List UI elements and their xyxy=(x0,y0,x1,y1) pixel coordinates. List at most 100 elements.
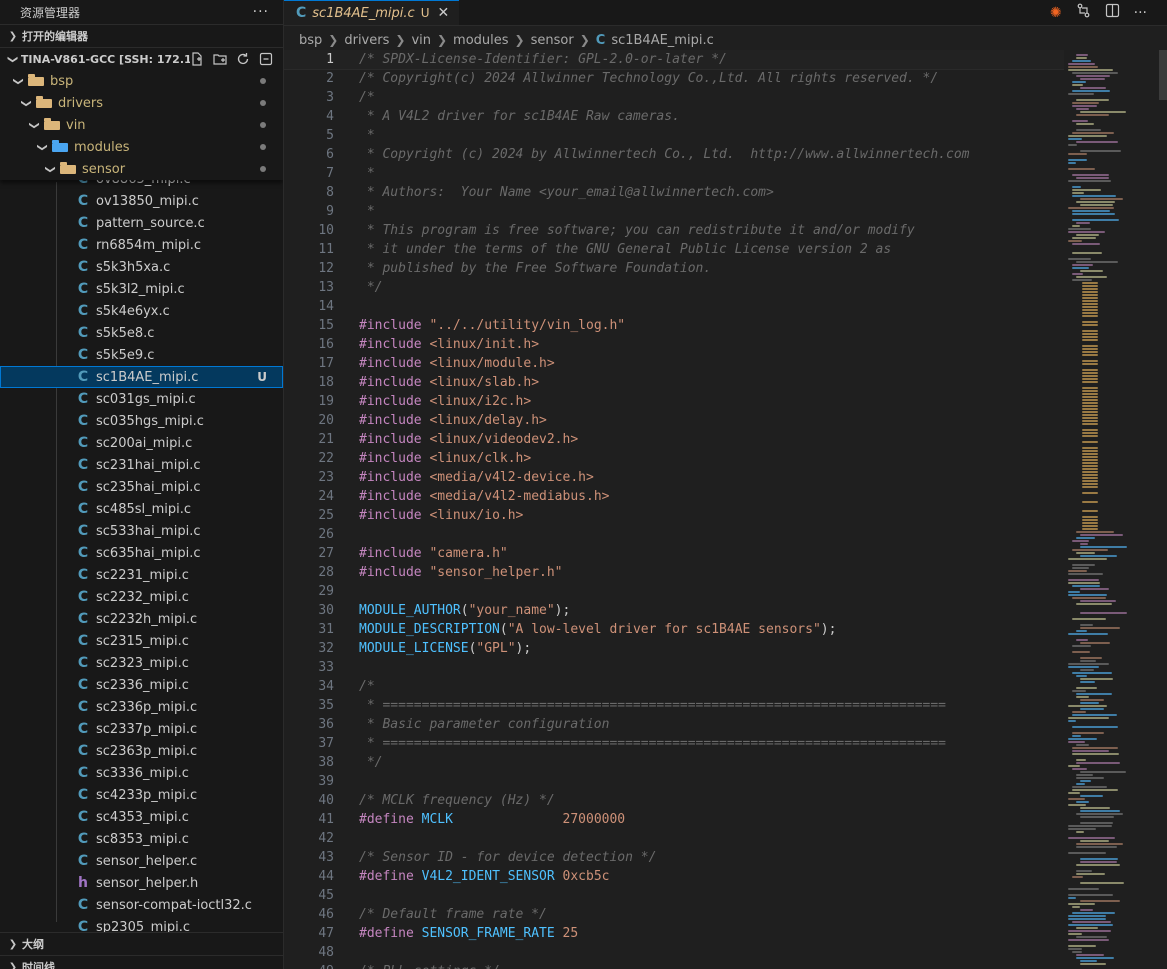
new-folder-icon[interactable] xyxy=(213,52,227,66)
minimap-line xyxy=(1072,132,1114,134)
file-item[interactable]: Csc2337p_mipi.c xyxy=(0,718,283,740)
breadcrumb-item[interactable]: sc1B4AE_mipi.c xyxy=(611,33,713,48)
code-token: #define xyxy=(359,869,422,884)
tab-active-file[interactable]: C sc1B4AE_mipi.c U ✕ xyxy=(284,0,460,25)
file-item[interactable]: Csc235hai_mipi.c xyxy=(0,476,283,498)
folder-modules[interactable]: ❯ modules xyxy=(0,136,283,158)
file-name: sc031gs_mipi.c xyxy=(96,391,196,407)
breadcrumb-item[interactable]: bsp xyxy=(299,33,322,48)
tab-filename: sc1B4AE_mipi.c xyxy=(312,5,415,21)
file-item[interactable]: Csc231hai_mipi.c xyxy=(0,454,283,476)
collapse-all-icon[interactable] xyxy=(259,52,273,66)
code-token: /* Default frame rate */ xyxy=(359,907,547,922)
minimap-line xyxy=(1082,369,1098,371)
file-item[interactable]: Csc1B4AE_mipi.c U xyxy=(0,366,283,388)
file-item[interactable]: Cs5k3h5xa.c xyxy=(0,256,283,278)
outline-label: 大纲 xyxy=(22,938,44,951)
minimap-line xyxy=(1080,882,1124,884)
minimap-line xyxy=(1076,846,1117,848)
file-item[interactable]: h sensor_helper.h xyxy=(0,872,283,894)
file-item[interactable]: Csc2231_mipi.c xyxy=(0,564,283,586)
code-editor[interactable]: 1 /* SPDX-License-Identifier: GPL-2.0-or-… xyxy=(284,50,1064,969)
workspace-section[interactable]: ❯ TINA-V861-GCC [SSH: 172.1... xyxy=(0,47,283,70)
file-item[interactable]: Cpattern_source.c xyxy=(0,212,283,234)
folder-drivers[interactable]: ❯ drivers xyxy=(0,92,283,114)
file-item[interactable]: Csc4233p_mipi.c xyxy=(0,784,283,806)
file-item[interactable]: Csc2323_mipi.c xyxy=(0,652,283,674)
code-token: <media/v4l2-mediabus.h> xyxy=(429,489,610,504)
file-item[interactable]: Csc485sl_mipi.c xyxy=(0,498,283,520)
minimap-line xyxy=(1076,687,1097,689)
file-item[interactable]: Csc2363p_mipi.c xyxy=(0,740,283,762)
minimap-line xyxy=(1080,699,1104,701)
code-token: * This program is free software; you can… xyxy=(359,223,915,238)
line-number: 28 xyxy=(318,565,334,580)
new-file-icon[interactable] xyxy=(190,52,204,66)
more-actions-icon[interactable]: ··· xyxy=(1134,5,1147,21)
file-item[interactable]: Cs5k4e6yx.c xyxy=(0,300,283,322)
open-editors-section[interactable]: ❯ 打开的编辑器 xyxy=(0,24,283,47)
minimap-line xyxy=(1080,543,1088,545)
more-actions-icon[interactable]: ··· xyxy=(253,4,269,20)
folder-bsp[interactable]: ❯ bsp xyxy=(0,70,283,92)
file-item[interactable]: Csc3336_mipi.c xyxy=(0,762,283,784)
compare-changes-icon[interactable] xyxy=(1076,3,1091,22)
code-text: */ xyxy=(359,278,383,297)
c-file-icon: C xyxy=(77,765,89,781)
git-untracked-badge: U xyxy=(257,370,267,384)
file-name: sc533hai_mipi.c xyxy=(96,523,201,539)
minimap-line xyxy=(1072,768,1087,770)
file-item[interactable]: Csc8353_mipi.c xyxy=(0,828,283,850)
refresh-icon[interactable] xyxy=(236,52,250,66)
split-editor-icon[interactable] xyxy=(1105,3,1120,22)
code-token: /* SPDX-License-Identifier: GPL-2.0-or-l… xyxy=(359,52,727,67)
line-number: 24 xyxy=(318,489,334,504)
spark-icon[interactable]: ✺ xyxy=(1050,5,1062,21)
file-item[interactable]: Csc2315_mipi.c xyxy=(0,630,283,652)
minimap-line xyxy=(1072,84,1083,86)
file-item[interactable]: Csensor_helper.c xyxy=(0,850,283,872)
breadcrumb-item[interactable]: sensor xyxy=(531,33,574,48)
file-item[interactable]: Cov13850_mipi.c xyxy=(0,190,283,212)
breadcrumb-item[interactable]: modules xyxy=(453,33,509,48)
vertical-scrollbar[interactable] xyxy=(1159,50,1167,100)
breadcrumb-item[interactable]: vin xyxy=(411,33,431,48)
file-item[interactable]: Csc4353_mipi.c xyxy=(0,806,283,828)
close-icon[interactable]: ✕ xyxy=(438,5,450,21)
minimap-line xyxy=(1080,546,1127,548)
file-item[interactable]: Csc2336p_mipi.c xyxy=(0,696,283,718)
outline-section[interactable]: ❯ 大纲 xyxy=(0,932,283,955)
minimap-line xyxy=(1082,339,1098,341)
code-line: 14 xyxy=(284,297,1064,316)
breadcrumb-item[interactable]: drivers xyxy=(344,33,389,48)
file-name: sensor-compat-ioctl32.c xyxy=(96,897,252,913)
file-item[interactable]: Csc2232_mipi.c xyxy=(0,586,283,608)
line-number: 21 xyxy=(318,432,334,447)
file-item[interactable]: Csc031gs_mipi.c xyxy=(0,388,283,410)
file-item[interactable]: Cs5k3l2_mipi.c xyxy=(0,278,283,300)
minimap[interactable] xyxy=(1064,50,1159,969)
line-number: 35 xyxy=(318,698,334,713)
minimap-line xyxy=(1072,60,1091,62)
code-token: <linux/i2c.h> xyxy=(429,394,532,409)
file-item[interactable]: Csc200ai_mipi.c xyxy=(0,432,283,454)
file-item[interactable]: Csc2232h_mipi.c xyxy=(0,608,283,630)
file-item[interactable]: Csc035hgs_mipi.c xyxy=(0,410,283,432)
minimap-line xyxy=(1072,186,1081,188)
file-item[interactable]: Csc635hai_mipi.c xyxy=(0,542,283,564)
file-item[interactable]: Csensor-compat-ioctl32.c xyxy=(0,894,283,916)
timeline-section[interactable]: ❯ 时间线 xyxy=(0,955,283,969)
file-item[interactable]: Cs5k5e9.c xyxy=(0,344,283,366)
file-name: sensor_helper.h xyxy=(96,875,199,891)
file-item[interactable]: Csc2336_mipi.c xyxy=(0,674,283,696)
file-item[interactable]: Csc533hai_mipi.c xyxy=(0,520,283,542)
folder-sensor[interactable]: ❯ sensor xyxy=(0,158,283,180)
minimap-line xyxy=(1080,678,1113,680)
folder-vin[interactable]: ❯ vin xyxy=(0,114,283,136)
minimap-line xyxy=(1082,345,1098,347)
minimap-line xyxy=(1082,336,1098,338)
minimap-line xyxy=(1082,492,1098,494)
file-item[interactable]: Crn6854m_mipi.c xyxy=(0,234,283,256)
file-item[interactable]: Cs5k5e8.c xyxy=(0,322,283,344)
minimap-line xyxy=(1082,348,1098,350)
